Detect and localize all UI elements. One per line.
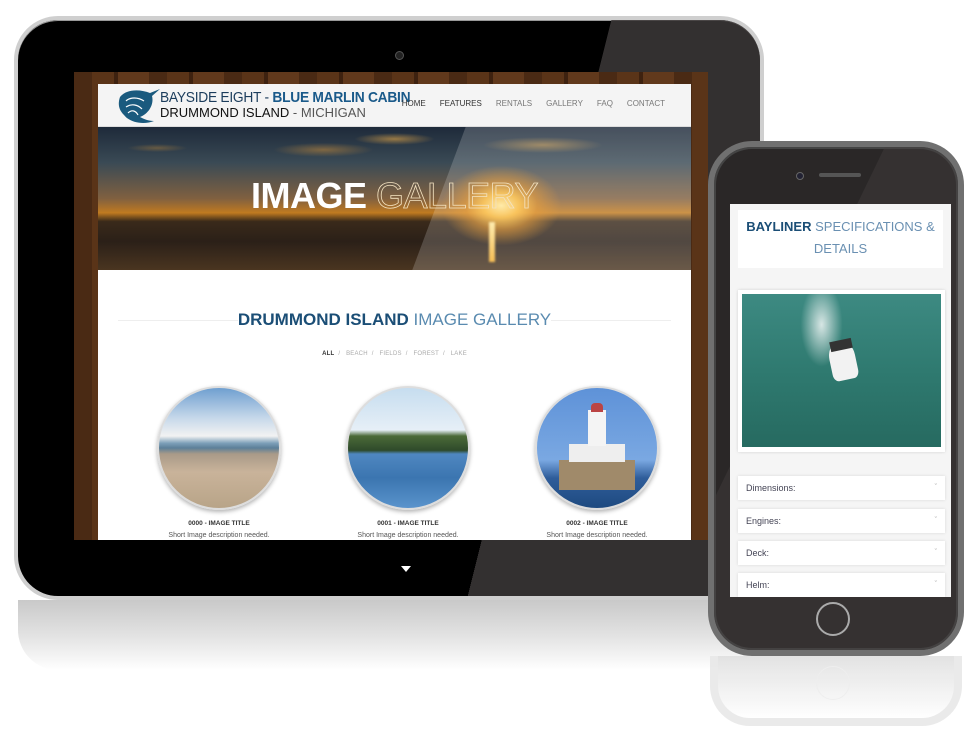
gallery-item-title: 0002 - IMAGE TITLE [566, 520, 628, 527]
scroll-down-icon[interactable] [401, 566, 411, 572]
logo-subtitle-light: - MICHIGAN [289, 105, 366, 120]
specs-heading-light: SPECIFICATIONS & DETAILS [811, 219, 935, 256]
nav-home[interactable]: HOME [402, 99, 426, 108]
filter-separator: / [338, 351, 341, 357]
gallery-item-title: 0000 - IMAGE TITLE [188, 520, 250, 527]
phone-camera-icon [796, 172, 804, 180]
nav-faq[interactable]: FAQ [597, 99, 613, 108]
gallery-title-bold: DRUMMOND ISLAND [237, 310, 409, 329]
phone-device: BAYLINER SPECIFICATIONS & DETAILS Dimens… [708, 141, 964, 656]
gallery-item-description: Short Image description needed. [168, 532, 270, 539]
gallery-item[interactable]: 0000 - IMAGE TITLE Short Image descripti… [144, 386, 294, 539]
filter-separator: / [371, 351, 374, 357]
chevron-down-icon[interactable]: ˇ [935, 573, 937, 597]
nav-contact[interactable]: CONTACT [627, 99, 665, 108]
hero-title-bold: IMAGE [251, 175, 367, 216]
accordion-engines[interactable]: Engines: ˇ [738, 509, 945, 533]
filter-fields[interactable]: FIELDS [380, 351, 402, 357]
chevron-down-icon[interactable]: ˇ [935, 541, 937, 565]
filter-all[interactable]: ALL [322, 351, 334, 357]
nav-rentals[interactable]: RENTALS [496, 99, 532, 108]
logo-title[interactable]: BAYSIDE EIGHT - BLUE MARLIN CABIN [160, 89, 411, 106]
phone-reflection-button [816, 666, 850, 700]
tablet-device: BAYSIDE EIGHT - BLUE MARLIN CABIN DRUMMO… [14, 16, 764, 600]
boat-photo[interactable] [742, 294, 941, 447]
gallery-title: DRUMMOND ISLAND IMAGE GALLERY [98, 310, 691, 330]
main-nav: HOME FEATURES RENTALS GALLERY FAQ CONTAC… [402, 99, 665, 108]
logo-title-light: BAYSIDE EIGHT - [160, 89, 273, 106]
gallery-item-title: 0001 - IMAGE TITLE [377, 520, 439, 527]
phone-speaker [819, 173, 861, 177]
logo-subtitle: DRUMMOND ISLAND - MICHIGAN [160, 105, 366, 120]
accordion-helm[interactable]: Helm: ˇ [738, 573, 945, 597]
gallery-filters: ALL / BEACH / FIELDS / FOREST / LAKE [98, 351, 691, 357]
chevron-down-icon[interactable]: ˇ [935, 476, 937, 500]
gallery-item-description: Short Image description needed. [357, 532, 459, 539]
hero-title: IMAGE GALLERY [98, 175, 691, 217]
lighthouse-deck [569, 444, 625, 462]
chevron-down-icon[interactable]: ˇ [935, 509, 937, 533]
accordion-label: Dimensions: [746, 483, 796, 493]
filter-lake[interactable]: LAKE [451, 351, 467, 357]
specs-heading: BAYLINER SPECIFICATIONS & DETAILS [738, 210, 943, 268]
phone-screen: BAYLINER SPECIFICATIONS & DETAILS Dimens… [730, 204, 951, 597]
nav-features[interactable]: FEATURES [440, 99, 482, 108]
lighthouse-base [559, 460, 635, 490]
filter-beach[interactable]: BEACH [346, 351, 368, 357]
gallery-title-light: IMAGE GALLERY [408, 310, 552, 329]
phone-home-button[interactable] [816, 602, 850, 636]
accordion-dimensions[interactable]: Dimensions: ˇ [738, 476, 945, 500]
site-header: BAYSIDE EIGHT - BLUE MARLIN CABIN DRUMMO… [98, 84, 691, 127]
hero-title-light: GALLERY [366, 175, 539, 217]
accordion-label: Engines: [746, 516, 782, 526]
specs-heading-bold: BAYLINER [746, 219, 812, 234]
accordion-deck[interactable]: Deck: ˇ [738, 541, 945, 565]
accordion-label: Helm: [746, 580, 770, 590]
gallery-item[interactable]: 0002 - IMAGE TITLE Short Image descripti… [522, 386, 672, 539]
tablet-camera-icon [395, 51, 404, 60]
filter-forest[interactable]: FOREST [413, 351, 439, 357]
gallery-image-lighthouse[interactable] [535, 386, 659, 510]
boat-photo-frame [738, 290, 945, 452]
hero-banner: IMAGE GALLERY [98, 127, 691, 270]
gallery-image-beach[interactable] [157, 386, 281, 510]
tablet-screen: BAYSIDE EIGHT - BLUE MARLIN CABIN DRUMMO… [98, 84, 691, 540]
logo-title-bold: BLUE MARLIN CABIN [272, 89, 411, 106]
filter-separator: / [405, 351, 408, 357]
marlin-logo-icon[interactable] [116, 87, 162, 125]
filter-separator: / [443, 351, 445, 357]
gallery-item[interactable]: 0001 - IMAGE TITLE Short Image descripti… [333, 386, 483, 539]
tablet-reflection [18, 600, 758, 670]
lighthouse-tower [588, 410, 606, 446]
logo-subtitle-bold: DRUMMOND ISLAND [160, 105, 290, 120]
lighthouse-cap [591, 403, 603, 412]
gallery-image-lake[interactable] [346, 386, 470, 510]
accordion-label: Deck: [746, 548, 770, 558]
gallery-item-description: Short Image description needed. [546, 532, 648, 539]
nav-gallery[interactable]: GALLERY [546, 99, 583, 108]
